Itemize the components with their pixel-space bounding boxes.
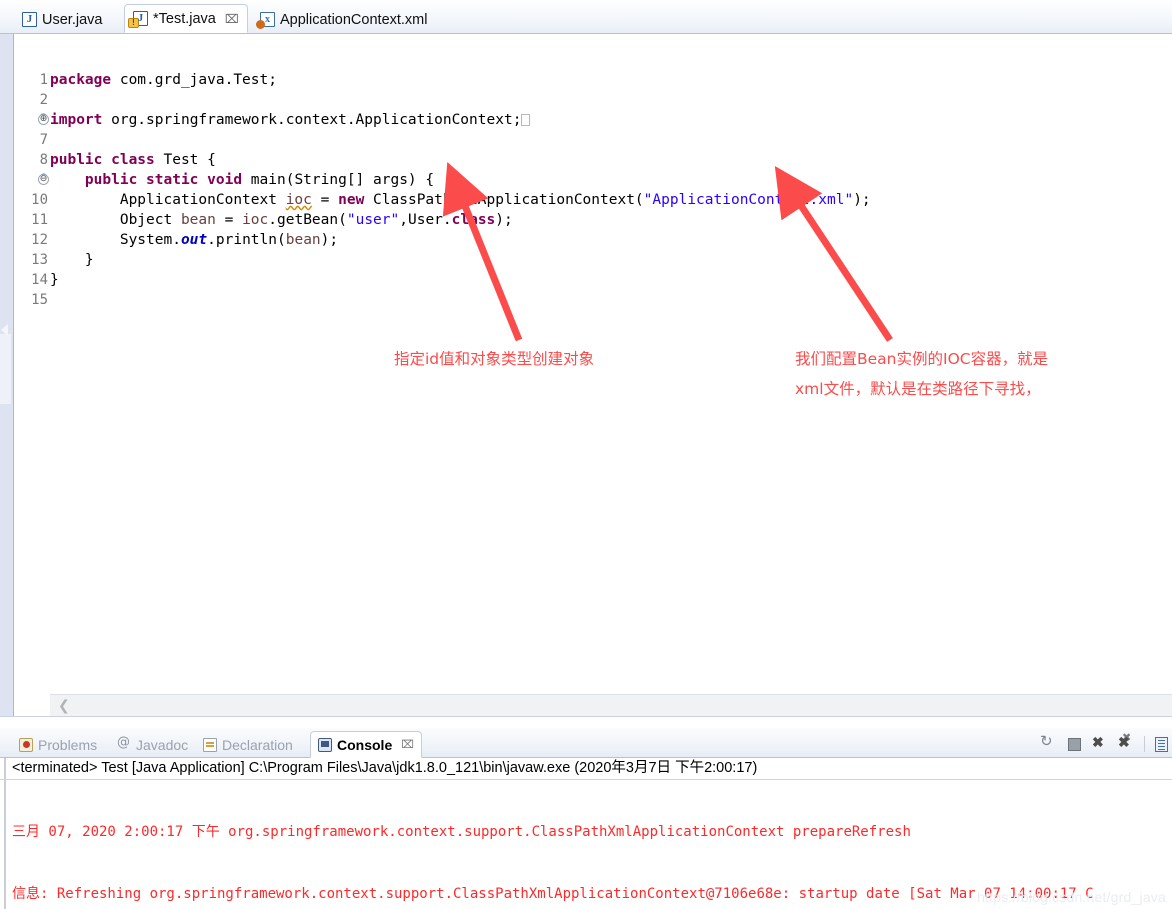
line-number: 11: [31, 212, 48, 228]
console-tab-label: Console: [337, 736, 393, 753]
stub-panel: [0, 334, 11, 404]
declaration-icon: [203, 737, 217, 752]
tab-console[interactable]: Console ⌧: [310, 731, 422, 758]
console-tab-bar: Problems Javadoc Declaration Console ⌧: [0, 728, 1172, 758]
code-line-8: public class Test {: [50, 152, 216, 168]
console-icon: [318, 737, 332, 752]
xml-file-icon: [256, 12, 275, 29]
console-output-line: 三月 07, 2020 2:00:17 下午 org.springframewo…: [12, 824, 911, 840]
code-editor[interactable]: 1 2 3 7 8 9 10 11 12 13 14 15 ⊕ ⊖ packag…: [0, 34, 1172, 728]
line-number: 8: [39, 152, 48, 168]
watermark: https://blog.csdn.net/grd_java: [977, 889, 1166, 905]
console-tab-label: Javadoc: [136, 736, 189, 753]
console-tab-label: Declaration: [222, 736, 293, 753]
code-line-12: System.out.println(bean);: [50, 232, 339, 248]
line-number: 1: [39, 72, 48, 88]
line-number: 15: [31, 292, 48, 308]
fold-collapse-icon[interactable]: ⊖: [38, 174, 49, 185]
line-number: 10: [31, 192, 48, 208]
editor-tab-label: ApplicationContext.xml: [280, 11, 428, 28]
tab-declaration[interactable]: Declaration: [196, 732, 300, 757]
tab-javadoc[interactable]: Javadoc: [110, 732, 195, 757]
console-tab-label: Problems: [38, 736, 98, 753]
console-process-header: <terminated> Test [Java Application] C:\…: [0, 758, 1172, 780]
console-toolbar: [1040, 731, 1168, 755]
editor-tab-applicationcontext-xml[interactable]: ApplicationContext.xml: [252, 6, 436, 33]
line-number: 7: [39, 132, 48, 148]
close-icon[interactable]: ⌧: [401, 738, 414, 751]
line-number: 12: [31, 232, 48, 248]
javadoc-icon: [117, 735, 131, 752]
code-line-10: ApplicationContext ioc = new ClassPathXm…: [50, 192, 871, 208]
scroll-left-icon[interactable]: ❮: [58, 698, 70, 714]
editor-tab-test-java[interactable]: *Test.java ⌧: [124, 4, 248, 33]
line-number: 13: [31, 252, 48, 268]
stop-icon[interactable]: [1066, 736, 1082, 752]
line-number-ruler: 1 2 3 7 8 9 10 11 12 13 14 15: [14, 34, 50, 694]
line-number: 2: [39, 92, 48, 108]
code-line-13: }: [50, 252, 94, 268]
problems-icon: [19, 737, 33, 752]
expand-arrow-icon[interactable]: [1, 324, 8, 336]
annotation-left: 指定id值和对象类型创建对象: [394, 350, 595, 368]
editor-tab-label: User.java: [42, 11, 103, 28]
editor-tab-bar: User.java *Test.java ⌧ ApplicationContex…: [0, 0, 1172, 34]
code-line-1: package com.grd_java.Test;: [50, 72, 277, 88]
editor-tab-user-java[interactable]: User.java: [14, 6, 110, 33]
code-line-9: public static void main(String[] args) {: [84, 172, 435, 188]
console-view: Problems Javadoc Declaration Console ⌧: [0, 728, 1172, 909]
remove-icon[interactable]: [1092, 734, 1108, 752]
annotation-right-line2: xml文件，默认是在类路径下寻找，: [795, 380, 1041, 398]
editor-tab-label: *Test.java: [153, 10, 216, 27]
tab-problems[interactable]: Problems: [12, 732, 104, 757]
close-icon[interactable]: ⌧: [225, 13, 239, 25]
code-line-3: import org.springframework.context.Appli…: [50, 110, 531, 130]
line-number: 14: [31, 272, 48, 288]
toolbar-separator: [1144, 736, 1145, 752]
pin-icon[interactable]: [1040, 732, 1056, 752]
warning-badge-icon: [128, 17, 139, 28]
java-file-warning-icon: [128, 11, 148, 28]
eclipse-ide-window: User.java *Test.java ⌧ ApplicationContex…: [0, 0, 1172, 909]
remove-all-icon[interactable]: [1118, 731, 1134, 752]
java-file-icon: [22, 12, 37, 27]
editor-bottom-edge: [0, 716, 1172, 728]
collapsed-import-icon[interactable]: [521, 114, 531, 126]
document-icon[interactable]: [1155, 736, 1168, 752]
editor-horizontal-scrollbar[interactable]: ❮: [50, 694, 1172, 716]
fold-expand-icon[interactable]: ⊕: [38, 114, 49, 125]
code-line-11: Object bean = ioc.getBean("user",User.cl…: [50, 212, 513, 228]
code-line-14: }: [50, 272, 59, 288]
xml-badge-icon: [256, 20, 265, 29]
collapsed-view-stub[interactable]: [0, 34, 14, 728]
annotation-right-line1: 我们配置Bean实例的IOC容器，就是: [795, 350, 1049, 368]
